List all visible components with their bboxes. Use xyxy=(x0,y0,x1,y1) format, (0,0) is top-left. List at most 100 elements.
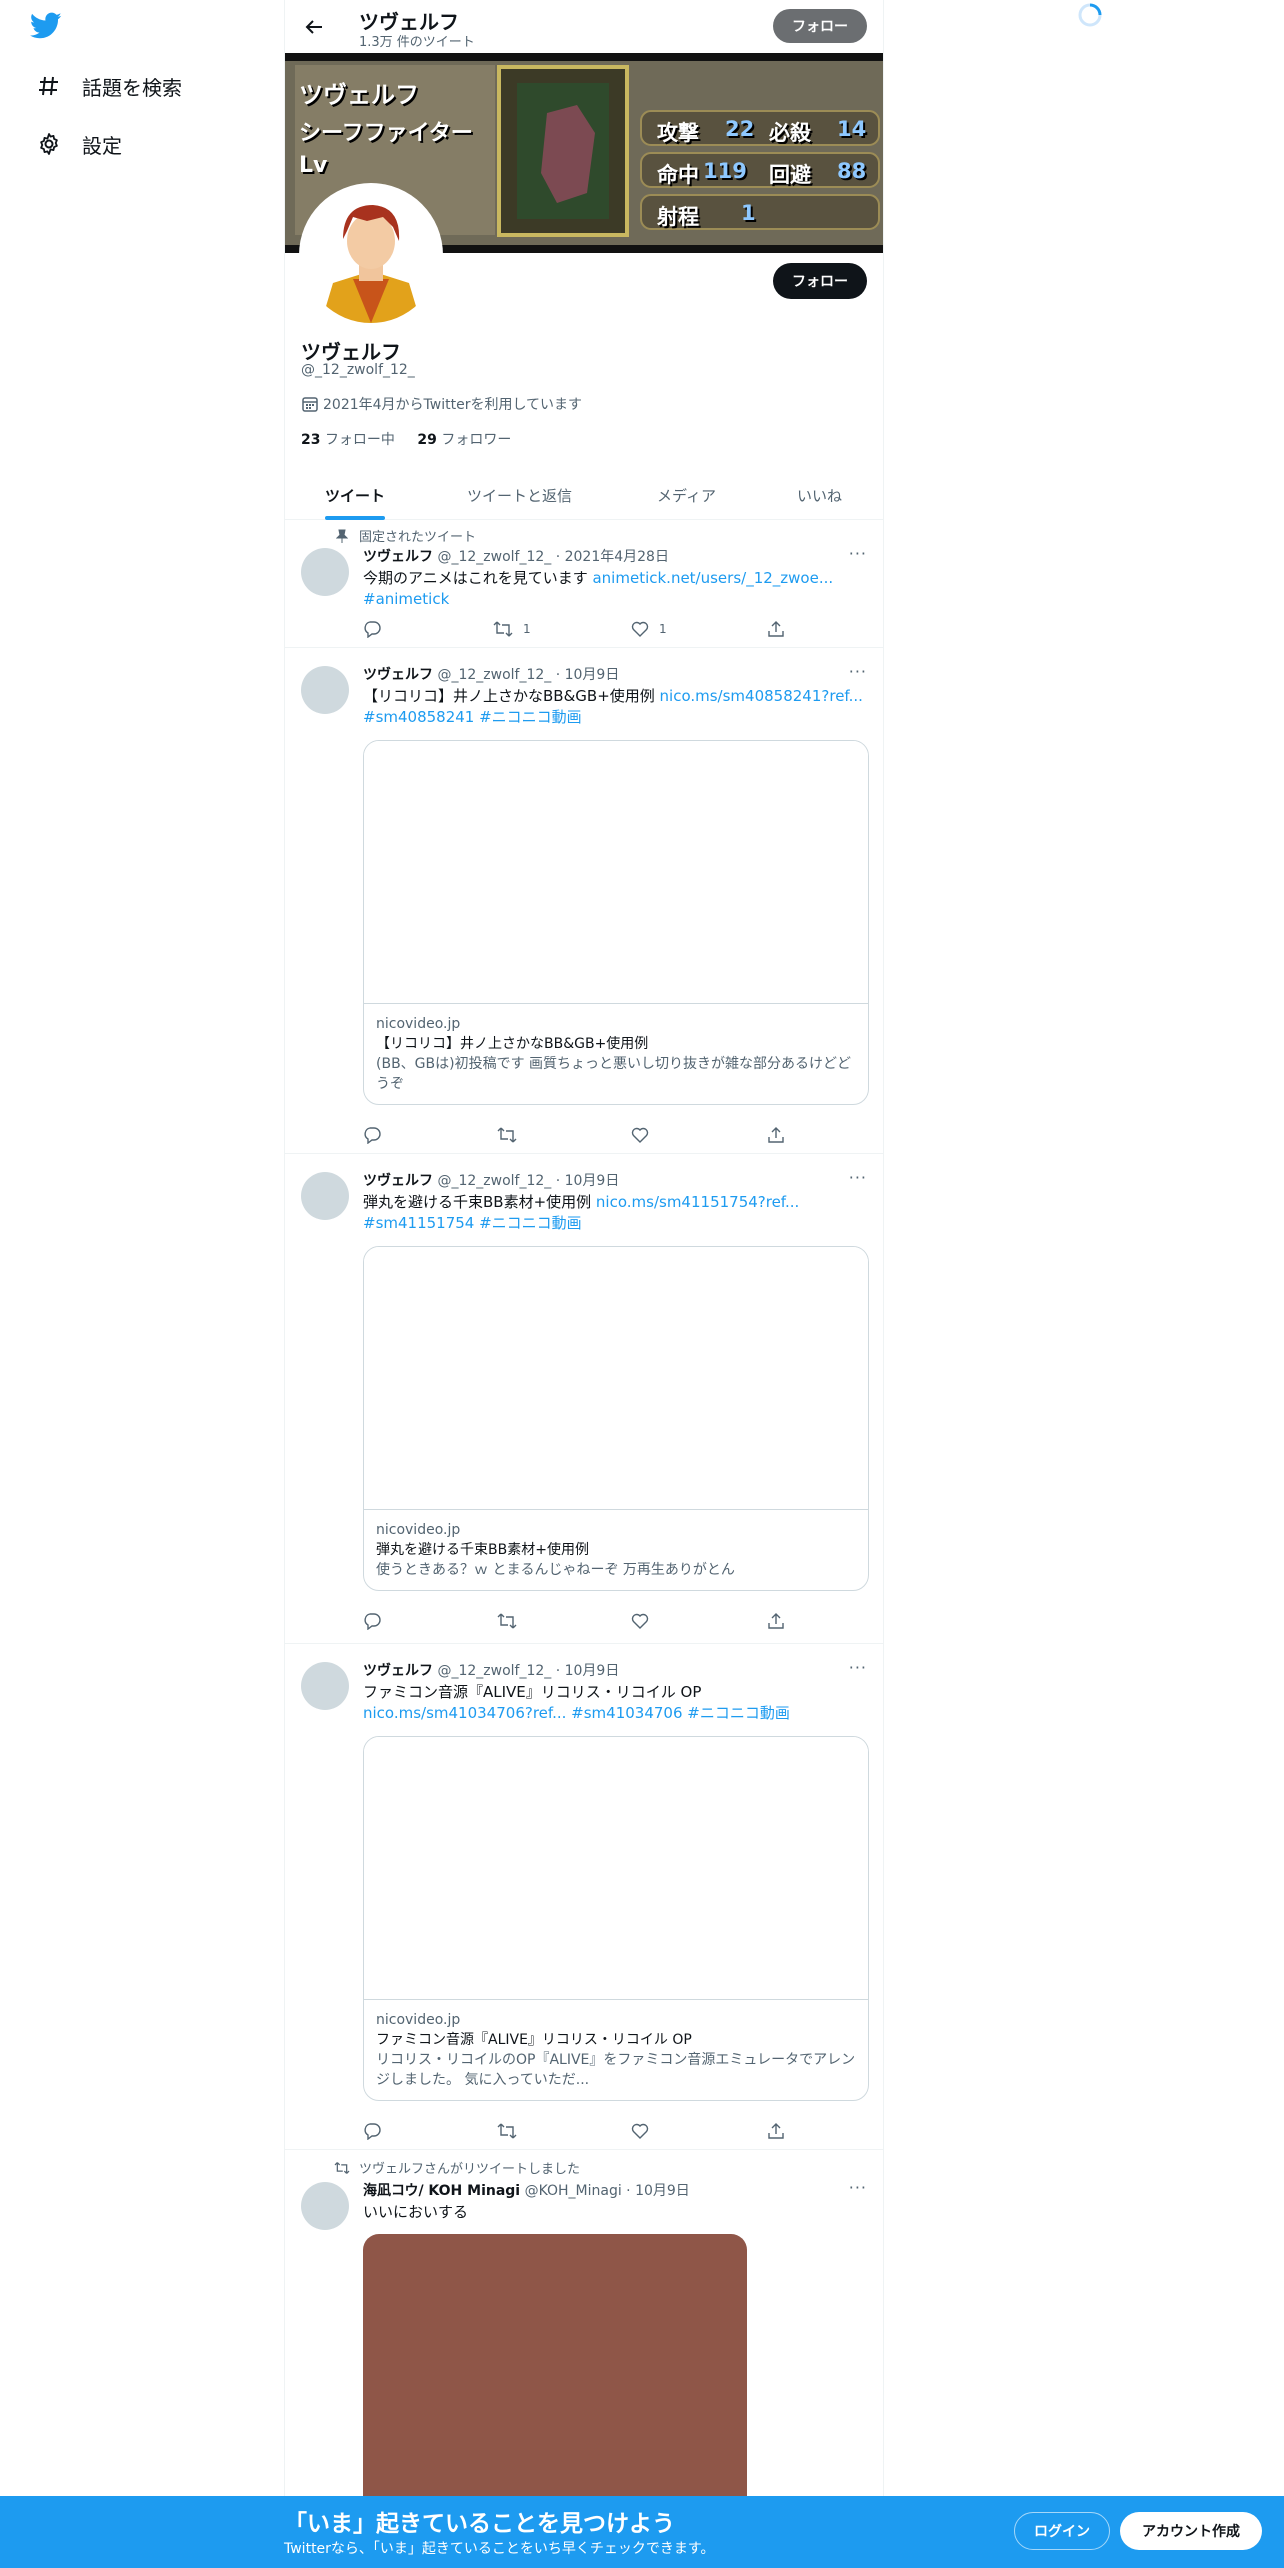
tab-tweets[interactable]: ツイート xyxy=(325,470,385,520)
following-link[interactable]: 23 フォロー中 xyxy=(301,432,395,448)
profile-tabs: ツイート ツイートと返信 メディア いいね xyxy=(285,470,883,520)
heart-icon xyxy=(631,1127,649,1143)
like-button[interactable]: 1 xyxy=(631,620,667,638)
header-tweet-count: 1.3万 件のツイート xyxy=(359,35,475,50)
tweet[interactable]: ツヴェルフ @_12_zwolf_12_ · 10月9日 ··· 弾丸を避ける千… xyxy=(285,1154,883,1644)
header-follow-button[interactable]: フォロー xyxy=(773,9,867,43)
tab-tweets-and-replies[interactable]: ツイートと返信 xyxy=(467,470,572,520)
profile-follow-button[interactable]: フォロー xyxy=(773,263,867,299)
link-card[interactable]: nicovideo.jp 【リコリコ】井ノ上さかなBB&GB+使用例 (BB、G… xyxy=(363,740,869,1105)
tweet[interactable]: 固定されたツイート ツヴェルフ @_12_zwolf_12_ · 2021年4月… xyxy=(285,520,883,648)
retweet-context-label[interactable]: ツヴェルフさんがリツイートしました xyxy=(359,2158,580,2177)
retweet-button[interactable] xyxy=(497,1126,517,1144)
tab-media[interactable]: メディア xyxy=(657,470,716,520)
more-options-icon[interactable]: ··· xyxy=(849,544,867,563)
tweet-author-name[interactable]: ツヴェルフ xyxy=(363,667,433,683)
tweet-avatar[interactable] xyxy=(301,2182,349,2230)
more-options-icon[interactable]: ··· xyxy=(849,1658,867,1677)
tweet-author-name[interactable]: ツヴェルフ xyxy=(363,1663,433,1679)
reply-button[interactable] xyxy=(363,1612,381,1630)
tweet[interactable]: ツヴェルフ @_12_zwolf_12_ · 10月9日 ··· 【リコリコ】井… xyxy=(285,648,883,1154)
tweet-header: 海凪コウ/ KOH Minagi @KOH_Minagi · 10月9日 xyxy=(363,2180,690,2200)
banner-stat-label: 命中 xyxy=(657,163,699,187)
reply-button[interactable] xyxy=(363,620,381,638)
heart-icon xyxy=(631,621,649,637)
tweet-link[interactable]: nico.ms/sm41034706?ref... xyxy=(363,1704,566,1722)
tweet-actions xyxy=(363,2122,803,2142)
tweet-header: ツヴェルフ @_12_zwolf_12_ · 10月9日 xyxy=(363,664,619,684)
link-card[interactable]: nicovideo.jp 弾丸を避ける千束BB素材+使用例 使うときある？ｗ と… xyxy=(363,1246,869,1591)
tweet-meta[interactable]: @_12_zwolf_12_ · 10月9日 xyxy=(437,667,619,683)
nav-explore-label: 話題を検索 xyxy=(82,75,182,100)
link-card-domain: nicovideo.jp xyxy=(376,1522,461,1538)
tweet-author-name[interactable]: ツヴェルフ xyxy=(363,1173,433,1189)
tweet-avatar[interactable] xyxy=(301,1662,349,1710)
nav-explore[interactable]: 話題を検索 xyxy=(36,66,182,106)
tweet-hashtags[interactable]: #sm41151754 #ニコニコ動画 xyxy=(363,1214,582,1232)
tweet-media-image[interactable] xyxy=(363,2234,747,2514)
tweet-author-name[interactable]: 海凪コウ/ KOH Minagi xyxy=(363,2183,520,2199)
tweet-text: ファミコン音源『ALIVE』リコリス・リコイル OP nico.ms/sm410… xyxy=(363,1682,869,1724)
tweet-hashtags[interactable]: #sm40858241 #ニコニコ動画 xyxy=(363,708,582,726)
retweet-icon xyxy=(497,2123,517,2139)
retweet-button[interactable] xyxy=(497,2122,517,2140)
tweet-text: 今期のアニメはこれを見ています animetick.net/users/_12_… xyxy=(363,568,869,610)
tweet-avatar[interactable] xyxy=(301,666,349,714)
tweet-author-name[interactable]: ツヴェルフ xyxy=(363,549,433,565)
share-button[interactable] xyxy=(767,1612,785,1630)
retweet-button[interactable] xyxy=(497,1612,517,1630)
tweet-meta[interactable]: @_12_zwolf_12_ · 10月9日 xyxy=(437,1173,619,1189)
tweet-text: いいにおいする xyxy=(363,2203,469,2221)
more-options-icon[interactable]: ··· xyxy=(849,1168,867,1187)
link-card-title: ファミコン音源『ALIVE』リコリス・リコイル OP xyxy=(376,2032,692,2048)
like-button[interactable] xyxy=(631,1126,649,1144)
tweet-meta[interactable]: @KOH_Minagi · 10月9日 xyxy=(525,2183,690,2199)
like-button[interactable] xyxy=(631,1612,649,1630)
tweet-text: 【リコリコ】井ノ上さかなBB&GB+使用例 nico.ms/sm40858241… xyxy=(363,686,869,728)
banner-unit-name: ツヴェルフ xyxy=(299,81,419,109)
tweet-link[interactable]: animetick.net/users/_12_zwoe... xyxy=(592,569,833,587)
signup-button[interactable]: アカウント作成 xyxy=(1120,2512,1262,2550)
tweet[interactable]: ツヴェルフさんがリツイートしました 海凪コウ/ KOH Minagi @KOH_… xyxy=(285,2150,883,2514)
banner-stat-value: 88 xyxy=(837,159,867,183)
banner-stat-value: 14 xyxy=(837,117,867,141)
share-icon xyxy=(768,1127,784,1143)
twitter-logo-icon[interactable] xyxy=(29,12,66,44)
reply-icon xyxy=(364,2123,381,2140)
followers-link[interactable]: 29 フォロワー xyxy=(417,432,511,448)
tab-likes[interactable]: いいね xyxy=(797,470,842,520)
tweet-header: ツヴェルフ @_12_zwolf_12_ · 10月9日 xyxy=(363,1660,619,1680)
nav-settings[interactable]: 設定 xyxy=(36,124,122,164)
reply-button[interactable] xyxy=(363,1126,381,1144)
tweet-actions xyxy=(363,1126,803,1146)
tweet-avatar[interactable] xyxy=(301,548,349,596)
link-card[interactable]: nicovideo.jp ファミコン音源『ALIVE』リコリス・リコイル OP … xyxy=(363,1736,869,2101)
tweet-text: 弾丸を避ける千束BB素材+使用例 nico.ms/sm41151754?ref.… xyxy=(363,1192,869,1234)
banner-stat-value: 22 xyxy=(725,117,755,141)
more-options-icon[interactable]: ··· xyxy=(849,2178,867,2197)
like-button[interactable] xyxy=(631,2122,649,2140)
login-button[interactable]: ログイン xyxy=(1014,2512,1110,2550)
back-arrow-icon[interactable] xyxy=(299,12,329,42)
tweet-link[interactable]: nico.ms/sm40858241?ref... xyxy=(660,687,863,705)
tweet-avatar[interactable] xyxy=(301,1172,349,1220)
tweet-meta[interactable]: @_12_zwolf_12_ · 2021年4月28日 xyxy=(437,549,669,565)
share-button[interactable] xyxy=(767,1126,785,1144)
pinned-context: 固定されたツイート xyxy=(333,526,476,545)
reply-button[interactable] xyxy=(363,2122,381,2140)
tweet-text-main: 今期のアニメはこれを見ています xyxy=(363,569,593,587)
tweet-meta[interactable]: @_12_zwolf_12_ · 10月9日 xyxy=(437,1663,619,1679)
tweet-link[interactable]: nico.ms/sm41151754?ref... xyxy=(596,1193,799,1211)
signup-banner: 「いま」起きていることを見つけよう Twitterなら、「いま」起きていることを… xyxy=(0,2496,1284,2568)
tweet[interactable]: ツヴェルフ @_12_zwolf_12_ · 10月9日 ··· ファミコン音源… xyxy=(285,1644,883,2150)
profile-avatar[interactable] xyxy=(299,183,443,327)
share-button[interactable] xyxy=(767,2122,785,2140)
tweet-hashtags[interactable]: #animetick xyxy=(363,590,449,608)
retweet-button[interactable]: 1 xyxy=(493,620,531,638)
tweet-hashtags[interactable]: #sm41034706 #ニコニコ動画 xyxy=(571,1704,790,1722)
retweet-icon xyxy=(497,1127,517,1143)
link-card-image xyxy=(364,1247,868,1510)
retweet-count: 1 xyxy=(523,622,531,636)
share-button[interactable] xyxy=(767,620,785,638)
more-options-icon[interactable]: ··· xyxy=(849,662,867,681)
